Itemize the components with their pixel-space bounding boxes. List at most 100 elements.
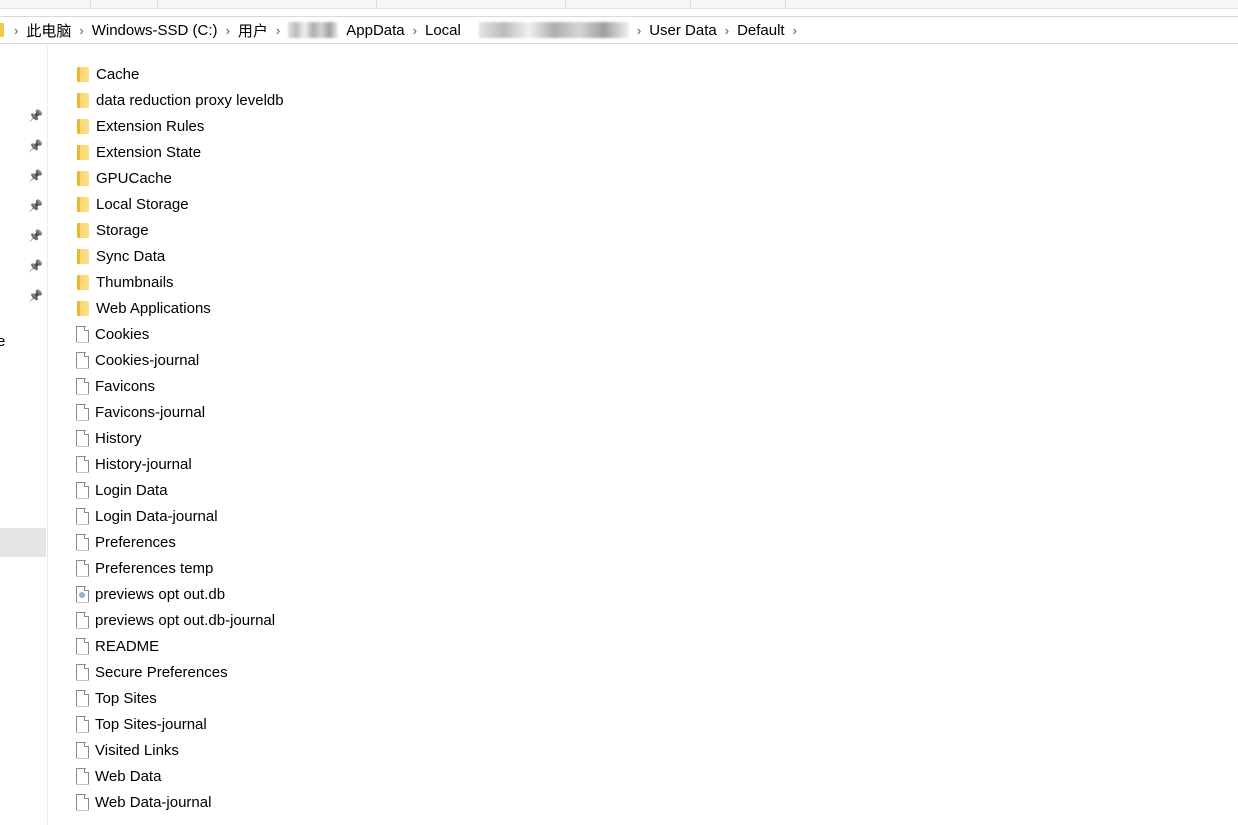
list-item[interactable]: Thumbnails [76,269,284,295]
chevron-right-icon[interactable]: › [789,23,801,38]
item-name: Preferences temp [95,559,214,577]
list-item[interactable]: Extension Rules [76,113,284,139]
chevron-right-icon[interactable]: › [721,23,733,38]
list-item[interactable]: Top Sites-journal [76,711,284,737]
file-icon [76,481,89,499]
pin-icon[interactable]: 📌 [28,289,43,303]
pin-icon[interactable]: 📌 [28,139,43,153]
list-item[interactable]: GPUCache [76,165,284,191]
file-icon [76,663,89,681]
list-item[interactable]: Sync Data [76,243,284,269]
file-icon [76,377,89,395]
list-item[interactable]: Login Data-journal [76,503,284,529]
list-item[interactable]: Secure Preferences [76,659,284,685]
item-name: Favicons-journal [95,403,206,421]
selected-nav-item[interactable] [0,528,46,557]
folder-icon [77,92,89,108]
pin-icon[interactable]: 📌 [28,199,43,213]
list-item[interactable]: Extension State [76,139,284,165]
list-item[interactable]: Preferences temp [76,555,284,581]
list-item[interactable]: Favicons-journal [76,399,284,425]
folder-icon [77,170,89,186]
breadcrumb-item[interactable]: 用户 [234,20,272,41]
file-list[interactable]: Cache data reduction proxy leveldb Extensi… [76,61,284,815]
item-name: Extension State [96,143,202,161]
list-item[interactable]: Top Sites [76,685,284,711]
item-name: History [95,429,142,447]
item-name: GPUCache [96,169,172,187]
database-file-icon [76,585,89,603]
list-item[interactable]: previews opt out.db-journal [76,607,284,633]
file-icon [76,429,89,447]
list-item[interactable]: Favicons [76,373,284,399]
list-item[interactable]: Web Data [76,763,284,789]
item-name: Preferences [95,533,176,551]
list-item[interactable]: Web Data-journal [76,789,284,815]
pin-icon[interactable]: 📌 [28,229,43,243]
file-icon [76,533,89,551]
item-name: Visited Links [95,741,179,759]
ribbon-strip [0,0,1238,9]
list-item[interactable]: History [76,425,284,451]
file-icon [76,715,89,733]
item-name: data reduction proxy leveldb [96,91,284,109]
redacted-folder [478,22,629,38]
file-icon [76,793,89,811]
chevron-right-icon[interactable]: › [222,23,234,38]
item-name: History-journal [95,455,192,473]
breadcrumb-item[interactable]: Local [421,22,465,39]
item-name: Local Storage [96,195,189,213]
folder-icon [0,23,4,37]
list-item[interactable]: History-journal [76,451,284,477]
item-name: Top Sites-journal [95,715,207,733]
file-icon [76,611,89,629]
list-item[interactable]: Cookies-journal [76,347,284,373]
file-icon [76,689,89,707]
list-item[interactable]: Local Storage [76,191,284,217]
pin-icon[interactable]: 📌 [28,109,43,123]
chevron-right-icon[interactable]: › [10,23,22,38]
chevron-right-icon[interactable]: › [75,23,87,38]
breadcrumb-item[interactable]: Default [733,22,789,39]
breadcrumb-item[interactable]: Windows-SSD (C:) [88,22,222,39]
list-item[interactable]: Preferences [76,529,284,555]
pin-icon[interactable]: 📌 [28,169,43,183]
list-item[interactable]: data reduction proxy leveldb [76,87,284,113]
breadcrumb-item[interactable]: AppData [342,22,408,39]
list-item[interactable]: previews opt out.db [76,581,284,607]
file-icon [76,455,89,473]
breadcrumb-item[interactable]: User Data [645,22,721,39]
breadcrumb-item[interactable]: 此电脑 [22,20,75,41]
list-item[interactable]: Cookies [76,321,284,347]
item-name: Sync Data [96,247,166,265]
item-name: Top Sites [95,689,157,707]
list-item[interactable]: Web Applications [76,295,284,321]
file-icon [76,325,89,343]
list-item[interactable]: Storage [76,217,284,243]
list-item[interactable]: README [76,633,284,659]
navigation-pane[interactable]: e [0,45,48,825]
file-icon [76,559,89,577]
address-bar[interactable]: › 此电脑 › Windows-SSD (C:) › 用户 › AppData … [0,16,1238,44]
item-name: README [95,637,160,655]
chevron-right-icon[interactable]: › [409,23,421,38]
file-icon [76,507,89,525]
pin-icon[interactable]: 📌 [28,259,43,273]
item-name: Cache [96,65,140,83]
chevron-right-icon[interactable]: › [272,23,284,38]
list-item[interactable]: Visited Links [76,737,284,763]
item-name: Cookies [95,325,150,343]
list-item[interactable]: Cache [76,61,284,87]
redacted-username [288,22,339,38]
item-name: Thumbnails [96,273,174,291]
item-name: previews opt out.db-journal [95,611,276,629]
list-item[interactable]: Login Data [76,477,284,503]
item-name: Web Data [95,767,162,785]
folder-icon [77,300,89,316]
nav-item-label[interactable]: e [0,333,5,350]
item-name: Extension Rules [96,117,205,135]
chevron-right-icon[interactable]: › [633,23,645,38]
folder-icon [77,248,89,264]
file-icon [76,351,89,369]
item-name: Web Applications [96,299,211,317]
